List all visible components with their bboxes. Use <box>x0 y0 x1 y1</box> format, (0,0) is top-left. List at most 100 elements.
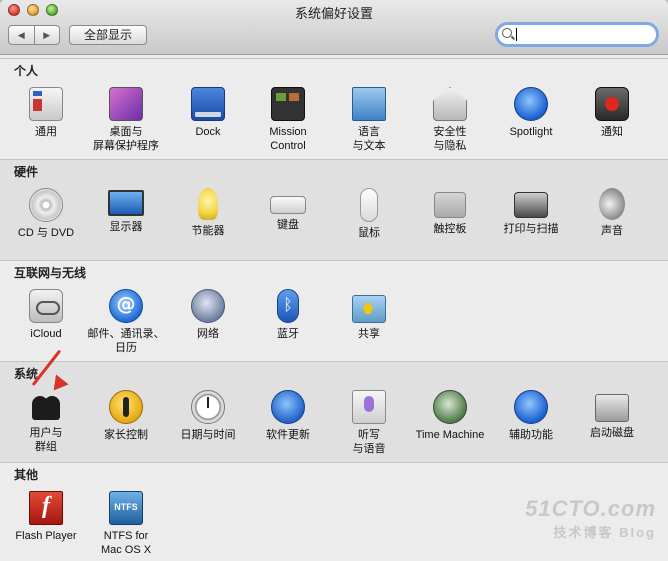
section-title: 互联网与无线 <box>14 266 87 280</box>
startup-disk-icon <box>595 394 629 422</box>
pref-label: Flash Player <box>15 530 77 542</box>
pref-software-update[interactable]: 软件更新 <box>248 390 328 442</box>
pref-ntfs-for-mac[interactable]: NTFS for Mac OS X <box>86 491 166 557</box>
pref-users-groups[interactable]: 用户与 群组 <box>6 390 86 454</box>
pref-label: 辅助功能 <box>509 429 553 441</box>
pref-sound[interactable]: 声音 <box>572 188 652 238</box>
text-caret <box>516 28 517 41</box>
microphone-icon <box>352 390 386 424</box>
house-lock-icon <box>433 87 467 121</box>
pref-label: 邮件、通讯录、 日历 <box>87 328 165 354</box>
search-input[interactable] <box>516 27 656 44</box>
network-globe-icon <box>191 289 225 323</box>
pref-startup-disk[interactable]: 启动磁盘 <box>572 390 652 440</box>
watermark-line2: 技术博客 Blog <box>553 525 656 540</box>
forward-button[interactable]: ▶ <box>33 26 60 44</box>
icloud-icon <box>29 289 63 323</box>
pref-label: CD 与 DVD <box>17 227 75 239</box>
pref-dictation-speech[interactable]: 听写 与语音 <box>329 390 409 456</box>
search-icon <box>502 28 512 38</box>
pref-energy-saver[interactable]: 节能器 <box>168 188 248 238</box>
pref-keyboard[interactable]: 键盘 <box>248 188 328 232</box>
pref-sharing[interactable]: 共享 <box>329 289 409 341</box>
pref-label: 通知 <box>601 126 623 138</box>
pref-spotlight[interactable]: Spotlight <box>491 87 571 139</box>
pref-accessibility[interactable]: 辅助功能 <box>491 390 571 442</box>
spotlight-icon <box>514 87 548 121</box>
section-title: 个人 <box>14 64 39 78</box>
pref-label: 启动磁盘 <box>590 427 634 439</box>
pref-language-text[interactable]: 语言 与文本 <box>329 87 409 153</box>
pref-label: 显示器 <box>109 221 143 233</box>
pref-cd-dvd[interactable]: CD 与 DVD <box>6 188 86 240</box>
back-forward-control: ◀ ▶ <box>8 25 60 45</box>
pref-trackpad[interactable]: 触控板 <box>410 188 490 236</box>
pref-flash-player[interactable]: Flash Player <box>6 491 86 543</box>
pref-time-machine[interactable]: Time Machine <box>410 390 490 442</box>
bluetooth-icon <box>277 289 299 323</box>
parental-controls-icon <box>109 390 143 424</box>
pref-label: 日期与时间 <box>180 429 236 441</box>
pref-label: 家长控制 <box>104 429 148 441</box>
pref-date-time[interactable]: 日期与时间 <box>168 390 248 442</box>
desktop-screensaver-icon <box>109 87 143 121</box>
pref-label: 安全性 与隐私 <box>433 126 467 152</box>
pref-dock[interactable]: Dock <box>168 87 248 139</box>
pref-label: 网络 <box>197 328 219 340</box>
watermark: 51CTO.com 技术博客 Blog <box>525 496 656 541</box>
accessibility-icon <box>514 390 548 424</box>
show-all-button[interactable]: 全部显示 <box>69 25 147 45</box>
pref-mission-control[interactable]: Mission Control <box>248 87 328 153</box>
display-icon <box>108 190 144 216</box>
section-internet-wireless: 互联网与无线 iCloud 邮件、通讯录、 日历 网络 蓝牙 共享 <box>0 260 668 361</box>
pref-label: 声音 <box>601 225 623 237</box>
dock-icon <box>191 87 225 121</box>
pref-label: 听写 与语音 <box>352 429 386 455</box>
pref-label: 节能器 <box>191 225 225 237</box>
pref-label: 蓝牙 <box>277 328 299 340</box>
flash-player-icon <box>29 491 63 525</box>
pref-notifications[interactable]: 通知 <box>572 87 652 139</box>
language-flag-icon <box>352 87 386 121</box>
pref-mail-contacts-calendars[interactable]: 邮件、通讯录、 日历 <box>86 289 166 355</box>
mission-control-icon <box>271 87 305 121</box>
pref-security-privacy[interactable]: 安全性 与隐私 <box>410 87 490 153</box>
pref-label: Spotlight <box>509 126 553 138</box>
keyboard-icon <box>270 196 306 214</box>
pref-label: 鼠标 <box>358 227 380 239</box>
cd-dvd-icon <box>29 188 63 222</box>
pref-label: 通用 <box>35 126 57 138</box>
pref-print-scan[interactable]: 打印与扫描 <box>491 188 571 236</box>
pref-label: iCloud <box>30 328 62 340</box>
pref-label: Time Machine <box>415 429 485 441</box>
pref-label: NTFS for Mac OS X <box>100 530 152 556</box>
time-machine-icon <box>433 390 467 424</box>
pref-network[interactable]: 网络 <box>168 289 248 341</box>
mouse-icon <box>360 188 378 222</box>
trackpad-icon <box>434 192 466 218</box>
pref-label: 触控板 <box>433 223 467 235</box>
search-field[interactable] <box>495 22 659 47</box>
ntfs-icon <box>109 491 143 525</box>
notifications-icon <box>595 87 629 121</box>
general-icon <box>29 87 63 121</box>
pref-icloud[interactable]: iCloud <box>6 289 86 341</box>
pref-displays[interactable]: 显示器 <box>86 188 166 234</box>
system-preferences-window: 系统偏好设置 ◀ ▶ 全部显示 个人 通用 桌面与 屏幕保护程序 Dock Mi… <box>0 0 668 561</box>
users-silhouette-icon <box>30 390 62 422</box>
pref-mouse[interactable]: 鼠标 <box>329 188 409 240</box>
clock-calendar-icon <box>191 390 225 424</box>
window-title: 系统偏好设置 <box>294 6 373 21</box>
section-system: 系统 用户与 群组 家长控制 日期与时间 软件更新 听写 与语音 Time Ma… <box>0 361 668 462</box>
back-button[interactable]: ◀ <box>9 26 34 44</box>
pref-general[interactable]: 通用 <box>6 87 86 139</box>
pref-bluetooth[interactable]: 蓝牙 <box>248 289 328 341</box>
section-title: 硬件 <box>14 165 39 179</box>
at-sign-icon <box>109 289 143 323</box>
section-title: 其他 <box>14 468 39 482</box>
section-personal: 个人 通用 桌面与 屏幕保护程序 Dock Mission Control 语言… <box>0 58 668 159</box>
pref-parental-controls[interactable]: 家长控制 <box>86 390 166 442</box>
toolbar: 系统偏好设置 ◀ ▶ 全部显示 <box>0 0 668 55</box>
pref-desktop-screensaver[interactable]: 桌面与 屏幕保护程序 <box>86 87 166 153</box>
printer-icon <box>514 192 548 218</box>
